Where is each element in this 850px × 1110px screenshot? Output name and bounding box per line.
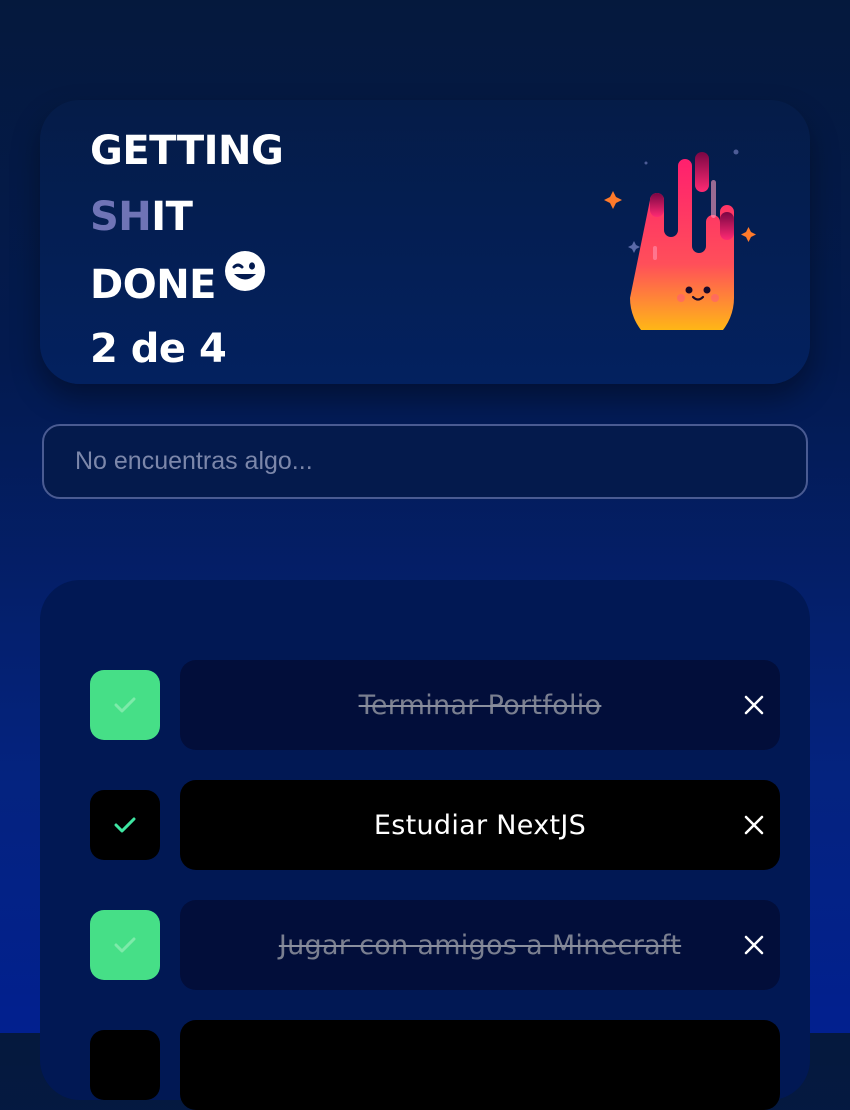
title-line-2: SHIT: [90, 184, 283, 250]
todo-item-box: [180, 1020, 780, 1110]
todo-item-box: Estudiar NextJS: [180, 780, 780, 870]
complete-checkbox[interactable]: [90, 790, 160, 860]
todo-item-box: Jugar con amigos a Minecraft: [180, 900, 780, 990]
page-title: GETTING SHIT DONE 2 de 4: [90, 118, 284, 382]
check-icon: [114, 817, 136, 833]
title-line-1: GETTING: [90, 128, 284, 174]
winking-face-icon: [225, 251, 266, 291]
close-icon[interactable]: [742, 813, 766, 837]
search-input[interactable]: [42, 424, 808, 499]
title-bright-part: IT: [151, 194, 193, 240]
complete-checkbox[interactable]: [90, 1030, 160, 1100]
title-done-word: DONE: [90, 262, 217, 308]
close-icon[interactable]: [742, 933, 766, 957]
check-icon: [114, 937, 136, 953]
todo-text: Terminar Portfolio: [358, 689, 602, 721]
cute-fire-mascot-icon: [604, 149, 756, 330]
list-item: Jugar con amigos a Minecraft: [90, 900, 780, 990]
complete-checkbox[interactable]: [90, 670, 160, 740]
header-card: GETTING SHIT DONE 2 de 4: [40, 100, 810, 384]
close-icon[interactable]: [742, 693, 766, 717]
check-icon: [114, 697, 136, 713]
todo-list-panel: Terminar Portfolio Estudiar NextJS Jugar…: [40, 580, 810, 1110]
title-muted-part: SH: [90, 194, 152, 240]
title-line-3: DONE: [90, 250, 283, 316]
todo-counter: 2 de 4: [90, 326, 227, 372]
list-item: Estudiar NextJS: [90, 780, 780, 870]
list-item: Terminar Portfolio: [90, 660, 780, 750]
list-item: [90, 1020, 780, 1110]
todo-text: Jugar con amigos a Minecraft: [278, 929, 682, 961]
todo-item-box: Terminar Portfolio: [180, 660, 780, 750]
complete-checkbox[interactable]: [90, 910, 160, 980]
todo-text: Estudiar NextJS: [373, 809, 587, 841]
